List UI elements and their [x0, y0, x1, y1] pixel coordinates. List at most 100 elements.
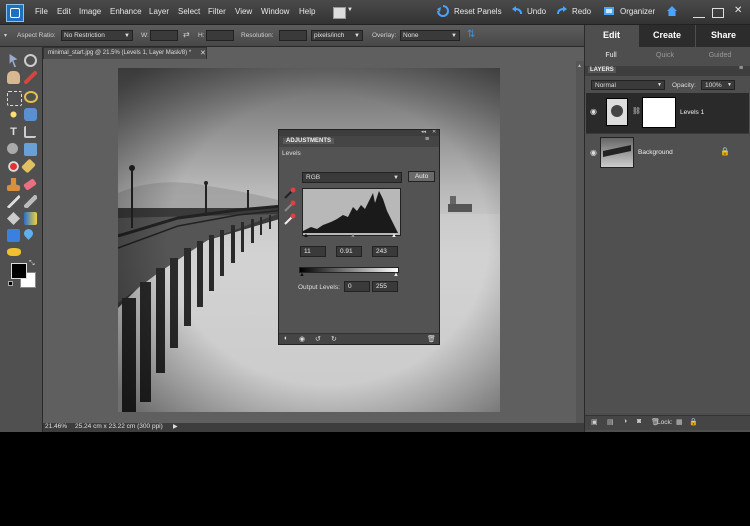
close-panel-icon[interactable]: ✕ [432, 129, 436, 135]
menu-help[interactable]: Help [299, 7, 315, 16]
hand-tool-icon[interactable] [7, 71, 20, 84]
menu-window[interactable]: Window [261, 7, 289, 16]
menu-layer[interactable]: Layer [149, 7, 169, 16]
black-point-eyedropper-icon[interactable] [284, 187, 296, 199]
undo-button[interactable]: Undo [527, 7, 546, 16]
organizer-icon[interactable] [603, 5, 615, 17]
layer-mask-thumbnail[interactable] [642, 97, 676, 128]
scroll-up-icon[interactable]: ▲ [577, 63, 583, 69]
menu-filter[interactable]: Filter [208, 7, 226, 16]
redo-icon[interactable] [556, 5, 568, 17]
maximize-button[interactable] [712, 8, 724, 18]
vertical-scrollbar[interactable]: ▲ [576, 61, 584, 423]
layer-row-levels[interactable]: ◉ ⛓ Levels 1 [586, 93, 749, 133]
output-black-field[interactable]: 0 [344, 281, 370, 292]
move-tool-icon[interactable] [9, 54, 18, 67]
rotate-crop-icon[interactable]: ⇅ [467, 29, 475, 40]
auto-button[interactable]: Auto [408, 171, 435, 182]
gray-point-eyedropper-icon[interactable] [284, 200, 296, 212]
eyedropper-tool-icon[interactable] [24, 71, 37, 84]
organizer-button[interactable]: Organizer [620, 7, 655, 16]
menu-edit[interactable]: Edit [57, 7, 71, 16]
type-tool-icon[interactable]: T [7, 126, 20, 139]
reset-panels-icon[interactable] [437, 5, 449, 17]
new-layer-icon[interactable]: ▣ [591, 418, 598, 426]
opacity-field[interactable]: 100% ▼ [701, 80, 735, 90]
arrange-windows-icon[interactable] [333, 7, 346, 19]
lasso-tool-icon[interactable] [24, 91, 38, 103]
gradient-tool-icon[interactable] [24, 212, 37, 225]
tab-full[interactable]: Full [589, 49, 633, 63]
home-icon[interactable] [666, 5, 678, 17]
tab-share[interactable]: Share [696, 25, 750, 47]
height-input[interactable] [206, 30, 234, 41]
layers-menu-icon[interactable]: ≡ [739, 65, 743, 72]
input-black-field[interactable]: 11 [300, 246, 326, 257]
tab-create[interactable]: Create [639, 25, 695, 47]
delete-adjustment-icon[interactable]: 🗑 [427, 335, 436, 343]
layer-mask-icon[interactable]: ◙ [637, 418, 641, 425]
blur-tool-icon[interactable] [22, 227, 35, 240]
eraser-tool-icon[interactable] [23, 178, 37, 191]
crop-tool-icon[interactable] [24, 126, 36, 138]
input-white-handle[interactable]: ▲ [391, 233, 397, 239]
tab-edit[interactable]: Edit [585, 25, 638, 47]
aspect-ratio-select[interactable]: No Restriction ▼ [61, 30, 133, 41]
output-white-field[interactable]: 255 [372, 281, 398, 292]
sponge-tool-icon[interactable] [7, 248, 21, 256]
tool-options-icon[interactable]: ▾ [4, 32, 7, 39]
cookie-cutter-tool-icon[interactable] [7, 143, 18, 154]
output-black-handle[interactable]: ▲ [299, 272, 305, 278]
undo-icon[interactable] [511, 5, 523, 17]
visibility-eye-icon[interactable]: ◉ [590, 107, 597, 116]
menu-enhance[interactable]: Enhance [110, 7, 142, 16]
layer-name[interactable]: Levels 1 [680, 109, 704, 116]
input-black-handle[interactable]: ▲ [303, 233, 309, 239]
channel-select[interactable]: RGB ▼ [302, 172, 402, 183]
minimize-button[interactable] [693, 9, 705, 18]
return-to-list-icon[interactable]: ◐ [284, 335, 288, 342]
lock-transparency-icon[interactable]: ▦ [676, 418, 683, 426]
menu-file[interactable]: File [35, 7, 48, 16]
chevron-down-icon[interactable]: ▼ [347, 7, 353, 13]
paint-bucket-tool-icon[interactable] [7, 212, 20, 225]
input-levels-slider[interactable]: ▲ ▲ ▲ [303, 233, 400, 241]
info-menu-arrow-icon[interactable]: ▶ [173, 423, 178, 430]
resolution-unit-select[interactable]: pixels/inch ▼ [311, 30, 363, 41]
shape-tool-icon[interactable] [7, 229, 20, 242]
overlay-select[interactable]: None ▼ [400, 30, 460, 41]
clone-stamp-tool-icon[interactable] [7, 178, 20, 191]
input-white-field[interactable]: 243 [372, 246, 398, 257]
collapse-panel-icon[interactable]: ◂◂ [421, 129, 426, 135]
visibility-eye-icon[interactable]: ◉ [590, 148, 597, 157]
magic-wand-tool-icon[interactable] [7, 108, 20, 121]
tab-quick[interactable]: Quick [641, 49, 689, 63]
visibility-eye-icon[interactable]: ◉ [299, 335, 305, 343]
close-document-icon[interactable]: ✕ [200, 49, 206, 57]
healing-brush-tool-icon[interactable] [21, 158, 36, 174]
tab-guided[interactable]: Guided [695, 49, 745, 63]
zoom-level[interactable]: 21.46% [45, 423, 67, 430]
adjustment-layer-button-icon[interactable]: ◑ [623, 418, 627, 425]
reset-panels-button[interactable]: Reset Panels [454, 7, 502, 16]
swap-dimensions-icon[interactable]: ⇄ [183, 30, 190, 39]
menu-image[interactable]: Image [79, 7, 101, 16]
reset-icon[interactable]: ↻ [331, 335, 337, 343]
lock-all-icon[interactable]: 🔒 [689, 418, 698, 426]
layer-thumbnail[interactable] [600, 137, 634, 168]
smart-brush-tool-icon[interactable] [24, 195, 37, 208]
layer-row-background[interactable]: ◉ Background 🔒 [586, 133, 749, 174]
document-tab[interactable]: minimal_start.jpg @ 21.5% (Levels 1, Lay… [43, 47, 207, 59]
new-group-icon[interactable]: ▤ [607, 418, 614, 426]
red-eye-tool-icon[interactable] [7, 160, 20, 173]
brush-tool-icon[interactable] [7, 195, 20, 208]
marquee-tool-icon[interactable] [7, 91, 22, 106]
layer-name[interactable]: Background [638, 149, 673, 156]
resolution-input[interactable] [279, 30, 307, 41]
input-gamma-field[interactable]: 0.91 [336, 246, 362, 257]
link-icon[interactable]: ⛓ [632, 107, 641, 115]
previous-state-icon[interactable]: ↺ [315, 335, 321, 343]
default-colors-icon[interactable] [8, 281, 13, 286]
input-gamma-handle[interactable]: ▲ [350, 233, 356, 239]
blend-mode-select[interactable]: Normal ▼ [591, 80, 665, 90]
